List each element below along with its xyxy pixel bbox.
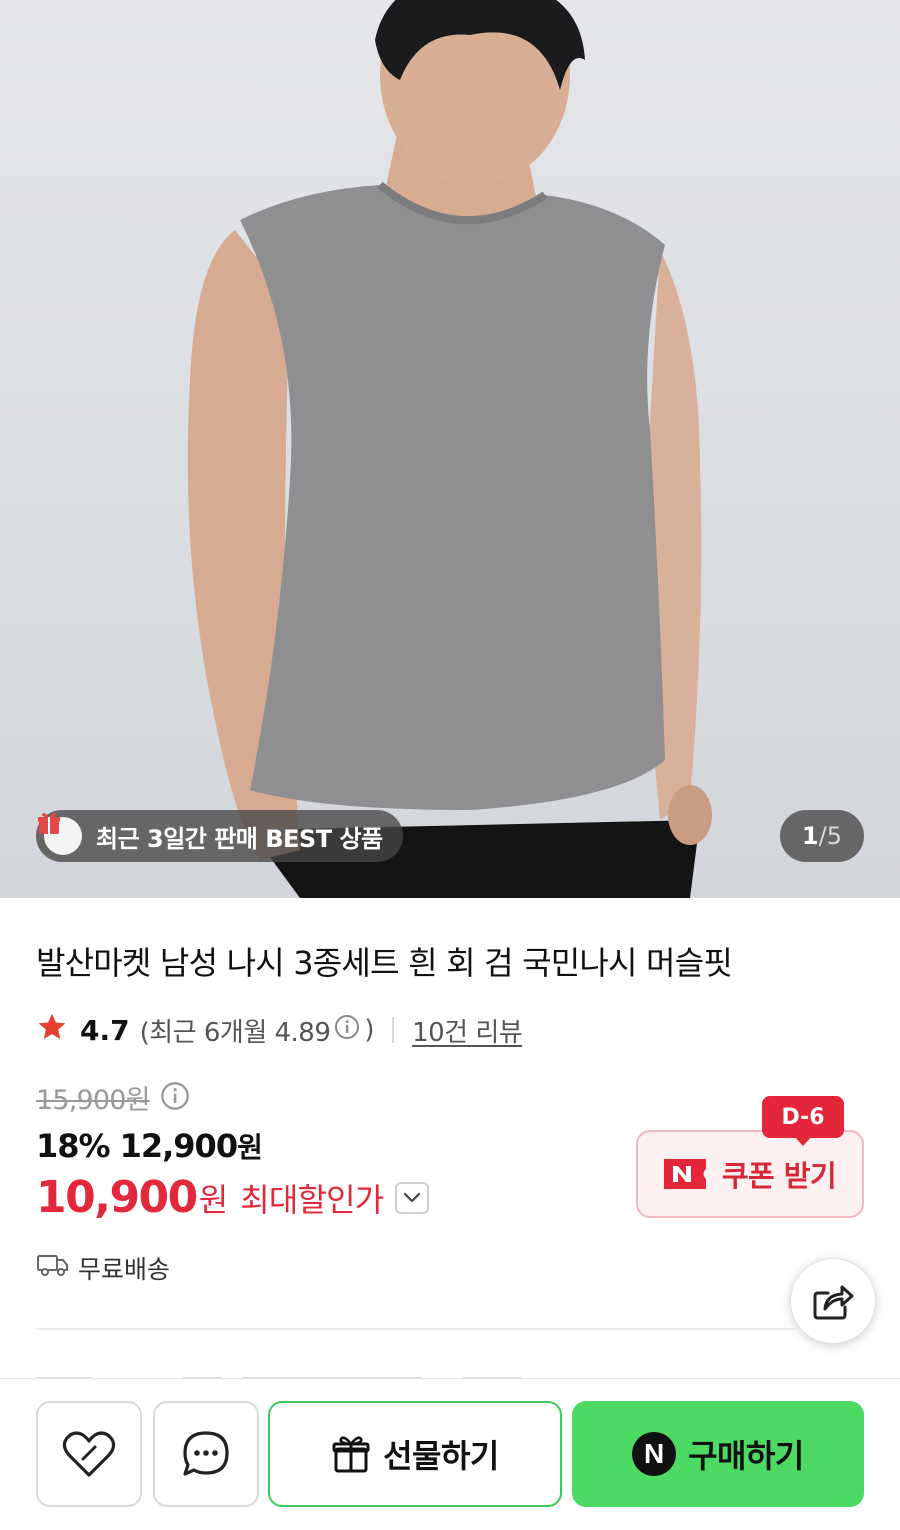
best-badge-text: 최근 3일간 판매 BEST 상품 <box>96 824 383 853</box>
original-price-row: 15,900원 <box>36 1078 190 1117</box>
discounted-price-unit: 원 <box>237 1131 263 1164</box>
gift-icon <box>332 1436 370 1473</box>
dday-badge-tail <box>794 1136 812 1146</box>
image-counter-separator: / <box>818 822 827 850</box>
gift-button[interactable]: 선물하기 <box>268 1401 562 1507</box>
rating-divider <box>392 1017 395 1043</box>
bottom-action-bar: 선물하기 N 구매하기 <box>0 1378 900 1530</box>
buy-button-label: 구매하기 <box>688 1437 804 1475</box>
final-price-unit: 원 <box>198 1180 229 1219</box>
model-photo <box>187 0 712 898</box>
chat-button[interactable] <box>153 1401 259 1507</box>
recent-rating-close: ) <box>364 1015 375 1045</box>
shipping-row: 무료배송 <box>36 1250 170 1286</box>
coupon-area: 쿠폰 받기 D-6 <box>636 1096 864 1220</box>
chat-icon <box>183 1431 229 1476</box>
discounted-price: 12,900 <box>119 1127 238 1165</box>
wishlist-button[interactable] <box>36 1401 142 1507</box>
max-discount-label: 최대할인가 <box>240 1180 384 1219</box>
final-price: 10,900 <box>36 1172 198 1223</box>
dday-badge: D-6 <box>762 1096 844 1138</box>
rating-score: 4.7 <box>80 1013 130 1047</box>
rating-row: 4.7 (최근 6개월 4.89 ) 10건 리뷰 <box>36 1008 523 1052</box>
review-count-link[interactable]: 10건 리뷰 <box>412 1012 523 1049</box>
star-icon <box>36 1011 68 1050</box>
best-seller-badge: 최근 3일간 판매 BEST 상품 <box>36 810 403 862</box>
gift-icon <box>38 813 82 855</box>
original-price: 15,900원 <box>36 1085 151 1116</box>
discount-price-row: 18% 12,900 원 <box>36 1126 263 1166</box>
naver-coupon-icon <box>663 1159 706 1189</box>
chevron-down-icon[interactable] <box>395 1181 430 1214</box>
share-icon <box>813 1285 854 1320</box>
product-image[interactable]: 최근 3일간 판매 BEST 상품 1 / 5 <box>0 0 900 898</box>
heart-icon <box>62 1431 116 1477</box>
recent-rating-text: (최근 6개월 4.89 <box>139 1017 331 1048</box>
share-button[interactable] <box>790 1258 876 1344</box>
coupon-label: 쿠폰 받기 <box>721 1159 837 1193</box>
image-counter-total: 5 <box>826 822 843 850</box>
image-counter-current: 1 <box>801 822 819 850</box>
naver-pay-badge: N <box>632 1432 677 1476</box>
discount-percent: 18% <box>36 1127 111 1165</box>
product-title: 발산마켓 남성 나시 3종세트 흰 회 검 국민나시 머슬핏 <box>36 944 733 982</box>
truck-icon <box>36 1252 70 1284</box>
shipping-label: 무료배송 <box>78 1255 171 1284</box>
image-counter: 1 / 5 <box>780 810 864 862</box>
info-icon[interactable] <box>334 1014 360 1047</box>
final-price-row[interactable]: 10,900 원 최대할인가 <box>36 1172 430 1223</box>
info-icon[interactable] <box>160 1081 190 1115</box>
buy-button[interactable]: N 구매하기 <box>572 1401 864 1507</box>
coupon-button[interactable]: 쿠폰 받기 <box>636 1130 864 1218</box>
section-divider <box>36 1328 796 1330</box>
gift-button-label: 선물하기 <box>383 1437 499 1475</box>
recent-rating: (최근 6개월 4.89 ) <box>139 1012 375 1049</box>
